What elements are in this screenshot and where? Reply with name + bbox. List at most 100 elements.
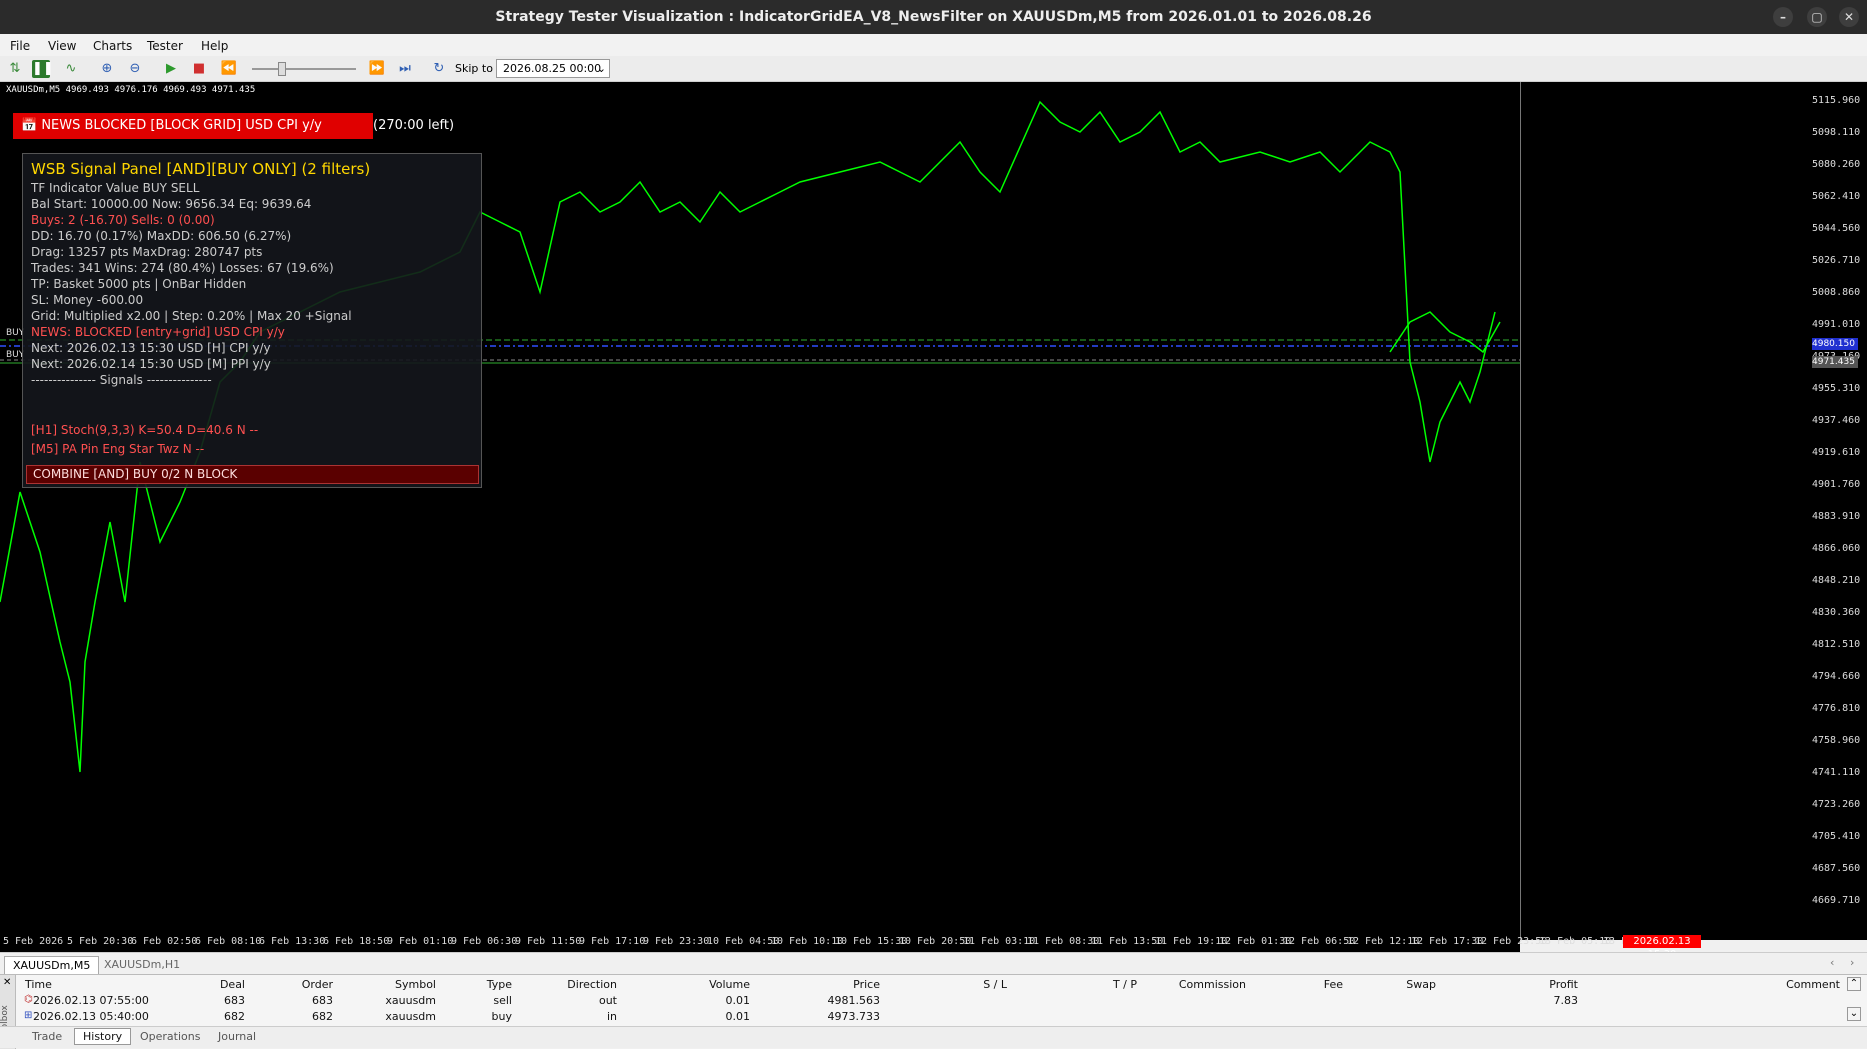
skip-to-value: 2026.08.25 00:00 [503,62,602,75]
price-scale-border [1520,82,1521,940]
close-icon[interactable]: ✕ [1839,7,1859,27]
column-header[interactable]: Profit [1480,978,1578,991]
toolbox-close-icon[interactable]: ✕ [3,977,11,988]
zoom-in-icon[interactable]: ⊕ [98,60,116,78]
column-header[interactable]: Type [450,978,512,991]
column-header[interactable]: Price [780,978,880,991]
signal-row: [M5] PA Pin Eng Star Twz N -- [31,442,205,456]
tab-scroll-right-icon[interactable]: › [1850,956,1854,969]
price-label: 4758.960 [1812,735,1861,746]
price-label: 4812.510 [1812,639,1861,650]
scroll-down-icon[interactable]: ⌄ [1847,1007,1861,1021]
pause-icon[interactable]: ❚❚ [32,60,54,78]
panel-line: TP: Basket 5000 pts | OnBar Hidden [31,277,247,291]
price-label: 4741.110 [1812,767,1861,778]
column-header[interactable]: T / P [1050,978,1137,991]
table-cell-price: 4981.563 [827,994,881,1007]
price-label: 5080.260 [1812,159,1861,170]
price-label: 4937.460 [1812,415,1861,426]
price-label: 5008.860 [1812,287,1861,298]
panel-line: Trades: 341 Wins: 274 (80.4%) Losses: 67… [31,261,334,275]
news-time-tag: 2026.02.13 15:30 [1623,935,1701,960]
tab-scroll-left-icon[interactable]: ‹ [1830,956,1834,969]
chevron-down-icon: ⌄ [596,62,606,75]
column-header[interactable]: Fee [1300,978,1343,991]
panel-line: Next: 2026.02.13 15:30 USD [H] CPI y/y [31,341,271,355]
menu-help[interactable]: Help [201,39,228,53]
time-label: 9 Feb 17:10 [579,936,646,947]
time-label: 6 Feb 13:30 [259,936,326,947]
zoom-out-icon[interactable]: ⊖ [126,60,144,78]
speed-slider-thumb[interactable] [278,62,286,76]
minimize-icon[interactable]: – [1773,7,1793,27]
table-cell-order: 683 [312,994,333,1007]
time-label: 9 Feb 11:50 [515,936,582,947]
price-label: 4866.060 [1812,543,1861,554]
step-icon[interactable]: ⏭ [396,60,414,78]
maximize-icon[interactable]: ▢ [1807,7,1827,27]
scroll-up-icon[interactable]: ⌃ [1847,977,1861,991]
panel-line: Buys: 2 (-16.70) Sells: 0 (0.00) [31,213,215,227]
time-label: 5 Feb 20:30 [67,936,134,947]
time-label: 11 Feb 13:50 [1091,936,1164,947]
menu-view[interactable]: View [48,39,76,53]
panel-line: Grid: Multiplied x2.00 | Step: 0.20% | M… [31,309,352,323]
news-time-left: (270:00 left) [373,118,455,133]
stop-icon[interactable]: ■ [190,60,208,78]
fast-forward-icon[interactable]: ⏩ [368,60,386,78]
price-label: 5026.710 [1812,255,1861,266]
table-row[interactable]: ⌬ 2026.02.13 07:55:00 683 683 xauusdm sell out… [16,993,1846,1009]
menu-file[interactable]: File [10,39,30,53]
column-header[interactable]: Comment [1700,978,1840,991]
price-label: 4776.810 [1812,703,1861,714]
column-header[interactable]: Symbol [370,978,436,991]
speed-slider-track[interactable] [252,68,356,70]
price-label: 4830.360 [1812,607,1861,618]
rewind-icon[interactable]: ⏪ [220,60,238,78]
tab-journal[interactable]: Journal [218,1030,256,1043]
column-header[interactable]: Swap [1380,978,1436,991]
column-header[interactable]: Order [285,978,333,991]
table-cell-profit: 7.83 [1553,994,1579,1007]
table-cell-order: 682 [312,1010,333,1023]
tab-operations[interactable]: Operations [140,1030,200,1043]
time-label: 10 Feb 10:10 [771,936,844,947]
tester-toolbar: ⇅ ❚❚ ∿ ⊕ ⊖ ▶ ■ ⏪ ⏩ ⏭ ↻ Skip to 2026.08.2… [0,56,1867,82]
table-cell-type: buy [491,1010,512,1023]
tab-history[interactable]: History [74,1028,132,1045]
time-label: 9 Feb 23:30 [643,936,710,947]
indicator-icon[interactable]: ∿ [62,60,80,78]
column-header[interactable]: Commission [1140,978,1246,991]
tab-xauusdm-h1[interactable]: XAUUSDm,H1 [96,956,188,973]
gray-price-tag: 4971.435 [1812,356,1858,368]
table-cell-direction: in [606,1010,617,1023]
time-label: 12 Feb 06:50 [1283,936,1356,947]
skip-to-select[interactable]: 2026.08.25 00:00 ⌄ [496,59,610,78]
menu-tester[interactable]: Tester [147,39,183,53]
table-cell-volume: 0.01 [725,994,751,1007]
tab-xauusdm-m5[interactable]: XAUUSDm,M5 [4,956,100,974]
menu-charts[interactable]: Charts [93,39,132,53]
time-label: 12 Feb 23:50 [1475,936,1548,947]
table-cell-time: 2026.02.13 05:40:00 [33,1010,149,1023]
column-header[interactable]: S / L [920,978,1007,991]
price-label: 4955.310 [1812,383,1861,394]
chart-mode-icon[interactable]: ⇅ [6,60,24,78]
play-icon[interactable]: ▶ [162,60,180,78]
time-label: 11 Feb 03:10 [963,936,1036,947]
time-label: 11 Feb 08:30 [1027,936,1100,947]
table-cell-direction: out [598,994,617,1007]
column-header[interactable]: Direction [525,978,617,991]
table-row[interactable]: ⊞ 2026.02.13 05:40:00 682 682 xauusdm buy in 0.… [16,1009,1846,1025]
column-header[interactable]: Deal [190,978,245,991]
price-label: 4883.910 [1812,511,1861,522]
column-header[interactable]: Time [25,978,52,991]
table-cell-price: 4973.733 [827,1010,881,1023]
price-label: 4794.660 [1812,671,1861,682]
skip-to-icon[interactable]: ↻ [430,60,448,78]
price-label: 4723.260 [1812,799,1861,810]
blue-price-tag: 4980.150 [1812,338,1858,350]
tab-trade[interactable]: Trade [32,1030,62,1043]
window-title: Strategy Tester Visualization : Indicato… [495,9,1372,25]
column-header[interactable]: Volume [650,978,750,991]
